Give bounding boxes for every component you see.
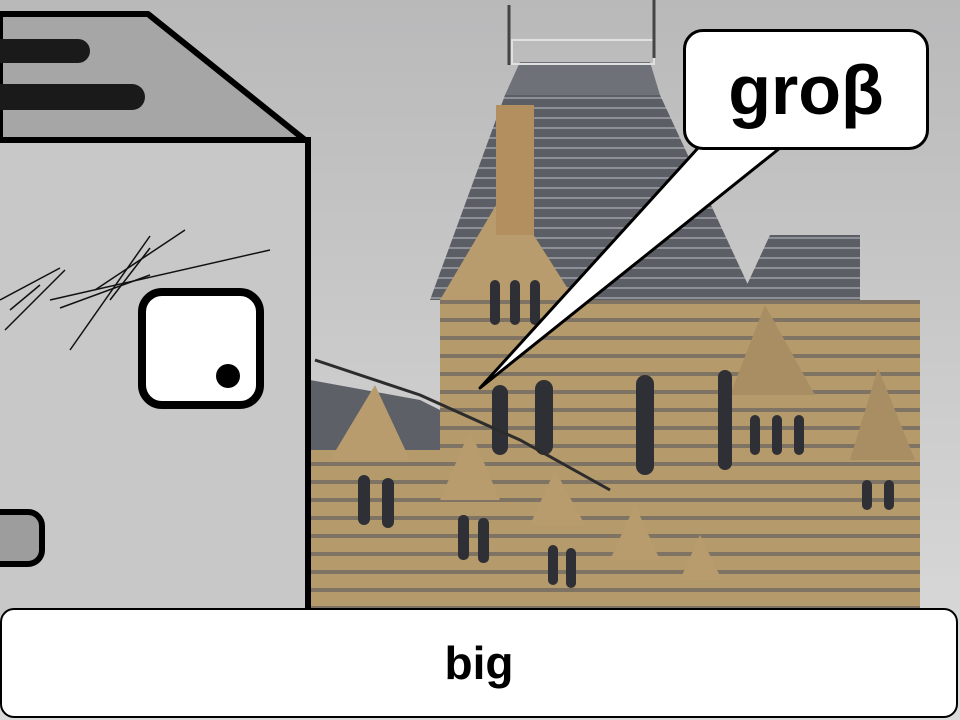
lower-wing [310, 450, 730, 610]
speech-bubble-text: groβ [728, 50, 884, 129]
computer-button [0, 509, 45, 567]
computer-pupil [216, 364, 240, 388]
drive-slot-1 [0, 39, 90, 63]
drive-slot-2 [0, 84, 145, 110]
speech-bubble: groβ [683, 29, 929, 150]
chimney [496, 105, 534, 235]
caption-text: big [444, 637, 514, 689]
roof-crest [505, 62, 660, 95]
caption-box: big [0, 608, 958, 718]
computer-character-icon [0, 11, 311, 633]
computer-eye [138, 288, 264, 409]
